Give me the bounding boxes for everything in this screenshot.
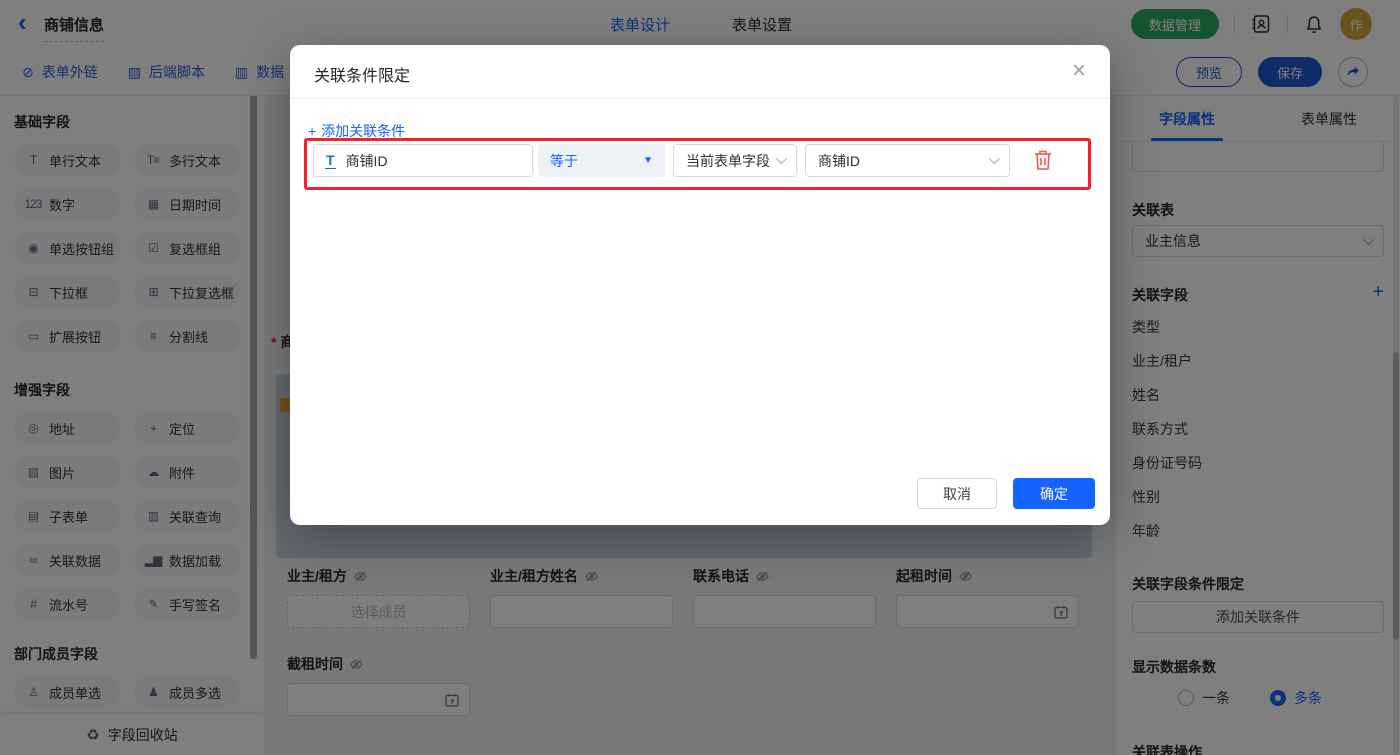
cancel-button[interactable]: 取消 — [917, 478, 997, 509]
confirm-button[interactable]: 确定 — [1013, 478, 1095, 509]
operator-select[interactable]: 等于 ▼ — [538, 144, 665, 177]
chevron-down-icon — [776, 153, 787, 164]
condition-field-input[interactable]: T 商铺ID — [313, 144, 533, 177]
app-window: ‹ 商铺信息 表单设计表单设置 数据管理 作 — [0, 0, 1400, 755]
modal-header: 关联条件限定 × — [290, 45, 1110, 99]
caret-down-icon: ▼ — [643, 155, 653, 166]
delete-condition-trash-icon[interactable] — [1032, 148, 1054, 172]
chevron-down-icon — [989, 153, 1000, 164]
source-type-select[interactable]: 当前表单字段 — [673, 144, 797, 177]
condition-field-value: 商铺ID — [346, 151, 388, 171]
close-icon[interactable]: × — [1072, 56, 1086, 86]
modal-title: 关联条件限定 — [314, 62, 410, 86]
source-field-value: 商铺ID — [818, 151, 860, 171]
text-field-type-icon: T — [325, 153, 336, 169]
condition-modal: 关联条件限定 × +添加关联条件 T 商铺ID 等于 ▼ 当前表单字段 商铺ID — [290, 45, 1110, 525]
plus-icon: + — [308, 123, 316, 139]
source-type-value: 当前表单字段 — [686, 151, 770, 171]
source-field-select[interactable]: 商铺ID — [805, 144, 1010, 177]
operator-value: 等于 — [550, 151, 578, 171]
